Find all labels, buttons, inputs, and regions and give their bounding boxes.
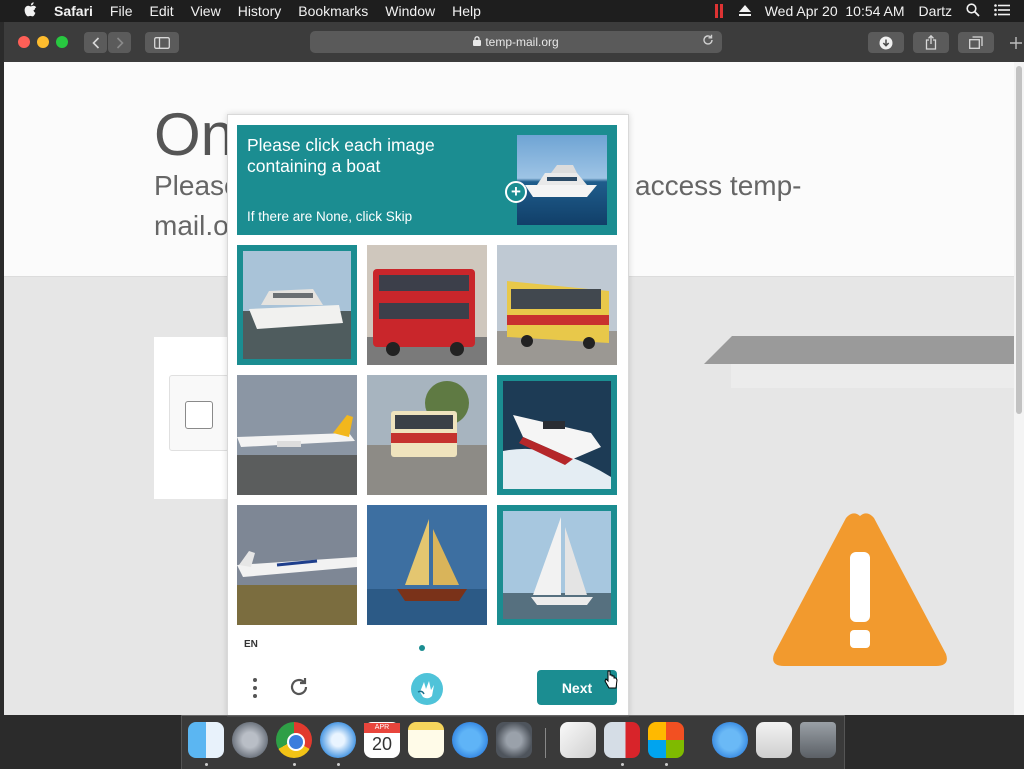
menu-history[interactable]: History [238, 3, 282, 19]
parallels-status-icon[interactable] [714, 4, 725, 18]
zoom-window-button[interactable] [56, 36, 68, 48]
page-subtitle-right: access temp- [635, 170, 802, 201]
language-selector[interactable]: EN [244, 639, 258, 650]
calendar-day: 20 [371, 734, 393, 754]
address-bar[interactable]: temp-mail.org [310, 31, 722, 53]
menu-help[interactable]: Help [452, 3, 481, 19]
challenge-tile-1[interactable] [237, 245, 357, 365]
example-image[interactable] [517, 135, 607, 225]
forward-button[interactable] [108, 32, 131, 53]
challenge-tile-4[interactable] [237, 375, 357, 495]
hand-cursor-icon [604, 670, 618, 689]
scrollbar-thumb[interactable] [1016, 66, 1022, 414]
dock-parallels-icon[interactable] [604, 722, 640, 758]
challenge-tile-6[interactable] [497, 375, 617, 495]
menu-bookmarks[interactable]: Bookmarks [298, 3, 368, 19]
page-subtitle-line2: mail.o [154, 210, 229, 241]
downloads-button[interactable] [868, 32, 904, 53]
hcaptcha-challenge: Please click each image containing a boa… [227, 114, 629, 717]
challenge-prompt-banner: Please click each image containing a boa… [237, 125, 617, 235]
browser-toolbar: temp-mail.org [4, 22, 1024, 63]
dock-app-store-icon[interactable] [452, 722, 488, 758]
challenge-tile-7[interactable] [237, 505, 357, 625]
dock-running-indicator [665, 763, 668, 766]
challenge-tile-2[interactable] [367, 245, 487, 365]
dock-calendar-icon[interactable]: APR 20 [364, 722, 400, 758]
lock-icon [473, 35, 482, 49]
download-icon [879, 36, 893, 49]
challenge-tile-8[interactable] [367, 505, 487, 625]
page-banner-shadow [731, 364, 1014, 388]
menu-app-name[interactable]: Safari [54, 3, 93, 19]
captcha-checkbox[interactable] [185, 401, 213, 429]
dock-textedit-icon[interactable] [560, 722, 596, 758]
dock-finder-icon[interactable] [188, 722, 224, 758]
challenge-prompt-text: Please click each image containing a boa… [247, 135, 435, 176]
share-button[interactable] [913, 32, 949, 53]
close-window-button[interactable] [18, 36, 30, 48]
challenge-tile-5[interactable] [367, 375, 487, 495]
warning-triangle-icon [773, 513, 947, 666]
refresh-challenge-icon[interactable] [286, 675, 312, 701]
dock-running-indicator [337, 763, 340, 766]
menu-user[interactable]: Dartz [919, 3, 952, 19]
menu-edit[interactable]: Edit [149, 3, 173, 19]
menu-view[interactable]: View [191, 3, 221, 19]
page-scrollbar[interactable] [1014, 62, 1024, 715]
tabs-overview-button[interactable] [958, 32, 994, 53]
zoom-example-icon[interactable]: + [505, 181, 527, 203]
dock-launchpad-icon[interactable] [232, 722, 268, 758]
eject-icon[interactable] [738, 3, 751, 19]
menu-bar: Safari File Edit View History Bookmarks … [0, 0, 1024, 22]
minimize-window-button[interactable] [37, 36, 49, 48]
menu-clock[interactable]: Wed Apr 20 10:54 AM [765, 3, 905, 19]
dock-system-preferences-icon[interactable] [496, 722, 532, 758]
new-tab-button[interactable] [1010, 36, 1024, 50]
dock-running-indicator [293, 763, 296, 766]
dock-running-indicator [621, 763, 624, 766]
page-heading: On [154, 101, 235, 168]
challenge-tile-9[interactable] [497, 505, 617, 625]
dock-downloads-icon[interactable] [756, 722, 792, 758]
progress-dot [419, 645, 425, 651]
sidebar-icon [154, 36, 170, 49]
menu-window[interactable]: Window [385, 3, 435, 19]
dock-app-store-2-icon[interactable] [712, 722, 748, 758]
plus-icon [1010, 37, 1022, 49]
challenge-tile-3[interactable] [497, 245, 617, 365]
apple-menu-icon[interactable] [20, 2, 40, 20]
share-icon [925, 35, 937, 50]
notification-center-icon[interactable] [994, 3, 1010, 19]
hcaptcha-logo-icon[interactable] [410, 672, 444, 706]
dock-chrome-icon[interactable] [276, 722, 312, 758]
dock-safari-icon[interactable] [320, 722, 356, 758]
page-banner-strip [704, 336, 1014, 364]
chevron-right-icon [116, 36, 124, 49]
url-text: temp-mail.org [485, 35, 559, 49]
reload-icon[interactable] [702, 34, 714, 49]
calendar-month: APR [364, 723, 400, 733]
more-options-icon[interactable] [250, 675, 260, 701]
tabs-icon [969, 36, 983, 49]
spotlight-search-icon[interactable] [966, 2, 980, 20]
sidebar-toggle-button[interactable] [145, 32, 179, 53]
chevron-left-icon [91, 36, 99, 49]
captcha-checkbox-frame [169, 375, 229, 451]
dock-separator [545, 728, 546, 758]
back-button[interactable] [84, 32, 107, 53]
dock-trash-icon[interactable] [800, 722, 836, 758]
skip-hint-text: If there are None, click Skip [247, 209, 413, 224]
dock-notes-icon[interactable] [408, 722, 444, 758]
dock: APR 20 [181, 715, 845, 769]
dock-running-indicator [205, 763, 208, 766]
dock-windows-icon[interactable] [648, 722, 684, 758]
menu-file[interactable]: File [110, 3, 133, 19]
